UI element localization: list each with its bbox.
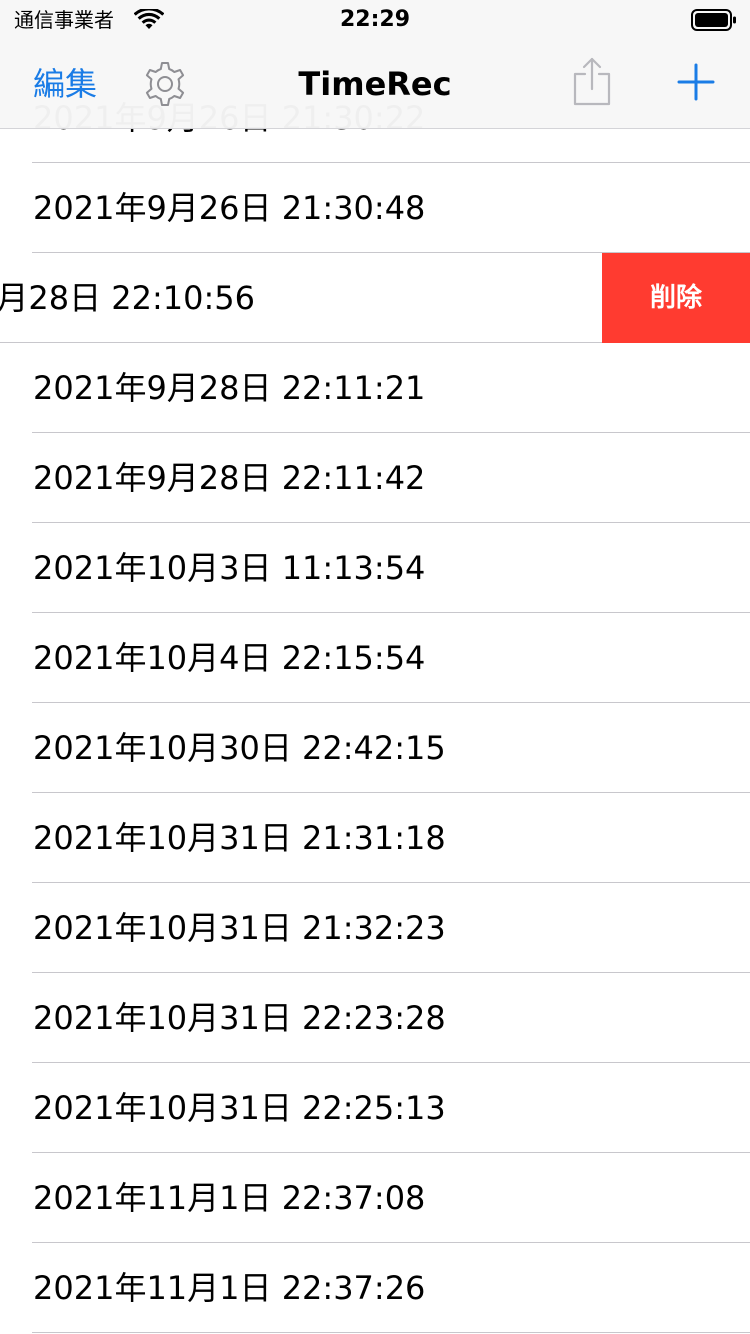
- share-icon[interactable]: [570, 56, 614, 108]
- list-rows: 2021年9月26日 21:30:48 9月28日 22:10:56 削除 2021年…: [0, 163, 750, 1333]
- list-item-text: 2021年10月31日 22:25:13: [33, 1089, 446, 1127]
- list-item[interactable]: 2021年10月31日 22:23:28: [0, 973, 750, 1063]
- list-item-text: 2021年9月28日 22:11:42: [33, 459, 426, 497]
- list-item[interactable]: 2021年11月1日 22:37:26: [0, 1243, 750, 1333]
- list-item[interactable]: 2021年10月31日 22:25:13: [0, 1063, 750, 1153]
- list-item-text: 2021年11月1日 22:37:08: [33, 1179, 426, 1217]
- list-item[interactable]: 2021年10月3日 11:13:54: [0, 523, 750, 613]
- list-item-swiped[interactable]: 9月28日 22:10:56 削除: [0, 253, 750, 343]
- status-time: 22:29: [339, 7, 411, 32]
- list-item[interactable]: 2021年10月30日 22:42:15: [0, 703, 750, 793]
- list-item-text: 2021年9月26日 21:30:48: [33, 189, 426, 227]
- list-item-text: 2021年11月1日 22:37:26: [33, 1269, 426, 1307]
- status-bar: 通信事業者 22:29: [0, 0, 750, 40]
- list-item[interactable]: 2021年10月31日 21:32:23: [0, 883, 750, 973]
- screen: 通信事業者 22:29 編集 TimeRec 2021年9月26日 21:30:…: [0, 0, 750, 1334]
- list-item[interactable]: 2021年10月4日 22:15:54: [0, 613, 750, 703]
- list-item-text: 2021年10月4日 22:15:54: [33, 639, 426, 677]
- list-item[interactable]: 2021年9月28日 22:11:21: [0, 343, 750, 433]
- delete-button[interactable]: 削除: [602, 253, 750, 343]
- list-item[interactable]: 2021年9月26日 21:30:48: [0, 163, 750, 253]
- list-item-text: 2021年9月28日 22:11:21: [33, 369, 426, 407]
- battery-icon: [691, 9, 736, 31]
- record-list: 2021年9月26日 21:30:22 2021年9月26日 21:30:489…: [0, 74, 750, 1334]
- navigation-bar: 編集 TimeRec: [0, 40, 750, 129]
- list-item-text: 2021年10月31日 21:32:23: [33, 909, 446, 947]
- list-item[interactable]: 2021年11月1日 22:37:08: [0, 1153, 750, 1243]
- list-item-text: 2021年10月31日 22:23:28: [33, 999, 446, 1037]
- list-item[interactable]: 2021年9月28日 22:11:42: [0, 433, 750, 523]
- row-separator: [32, 1332, 750, 1333]
- list-item-text: 2021年10月3日 11:13:54: [33, 549, 426, 587]
- page-title: TimeRec: [298, 65, 452, 103]
- list-item[interactable]: 2021年10月31日 21:31:18: [0, 793, 750, 883]
- add-icon[interactable]: [676, 62, 716, 102]
- list-item-text: 9月28日 22:10:56: [0, 279, 255, 317]
- list-item-text: 2021年10月31日 21:31:18: [33, 819, 446, 857]
- list-item-text: 2021年10月30日 22:42:15: [33, 729, 446, 767]
